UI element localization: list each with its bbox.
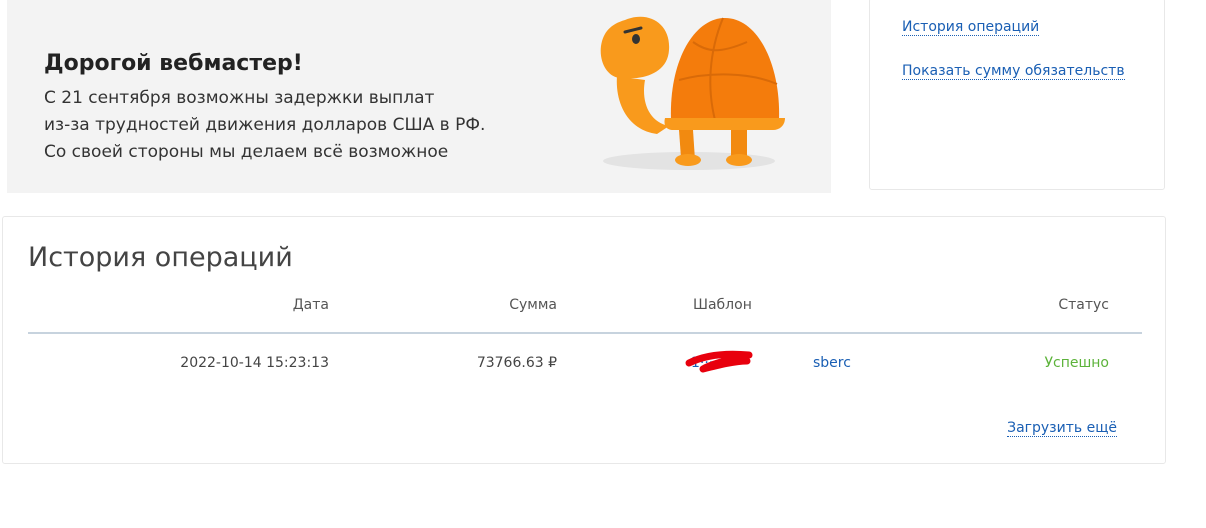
section-title: История операций	[28, 242, 293, 273]
row-template-name-link[interactable]: sberc	[813, 355, 851, 371]
column-header-sum: Сумма	[509, 297, 557, 313]
row-status: Успешно	[1044, 355, 1109, 371]
banner-text: С 21 сентября возможны задержки выплат и…	[44, 85, 485, 166]
notice-banner: Дорогой вебмастер! С 21 сентября возможн…	[7, 0, 831, 193]
column-header-date: Дата	[292, 297, 329, 313]
banner-line: С 21 сентября возможны задержки выплат	[44, 88, 435, 108]
load-more-link[interactable]: Загрузить ещё	[1007, 420, 1117, 437]
banner-line: из-за трудностей движения долларов США в…	[44, 115, 486, 135]
banner-title: Дорогой вебмастер!	[44, 51, 303, 76]
side-menu-card: История операций Показать сумму обязател…	[869, 0, 1165, 190]
redaction-scribble-icon	[685, 350, 753, 373]
row-date: 2022-10-14 15:23:13	[180, 355, 329, 371]
column-header-status: Статус	[1058, 297, 1109, 313]
operations-history-link[interactable]: История операций	[902, 19, 1040, 36]
column-header-template: Шаблон	[693, 297, 752, 313]
banner-line: Со своей стороны мы делаем всё возможное	[44, 142, 449, 162]
table-header-divider	[28, 332, 1142, 334]
show-obligations-link[interactable]: Показать сумму обязательств	[902, 63, 1125, 80]
row-sum: 73766.63 ₽	[476, 355, 557, 371]
turtle-mascot-icon	[600, 16, 785, 170]
operations-history-card: История операций Дата Сумма Шаблон Стату…	[2, 216, 1166, 464]
